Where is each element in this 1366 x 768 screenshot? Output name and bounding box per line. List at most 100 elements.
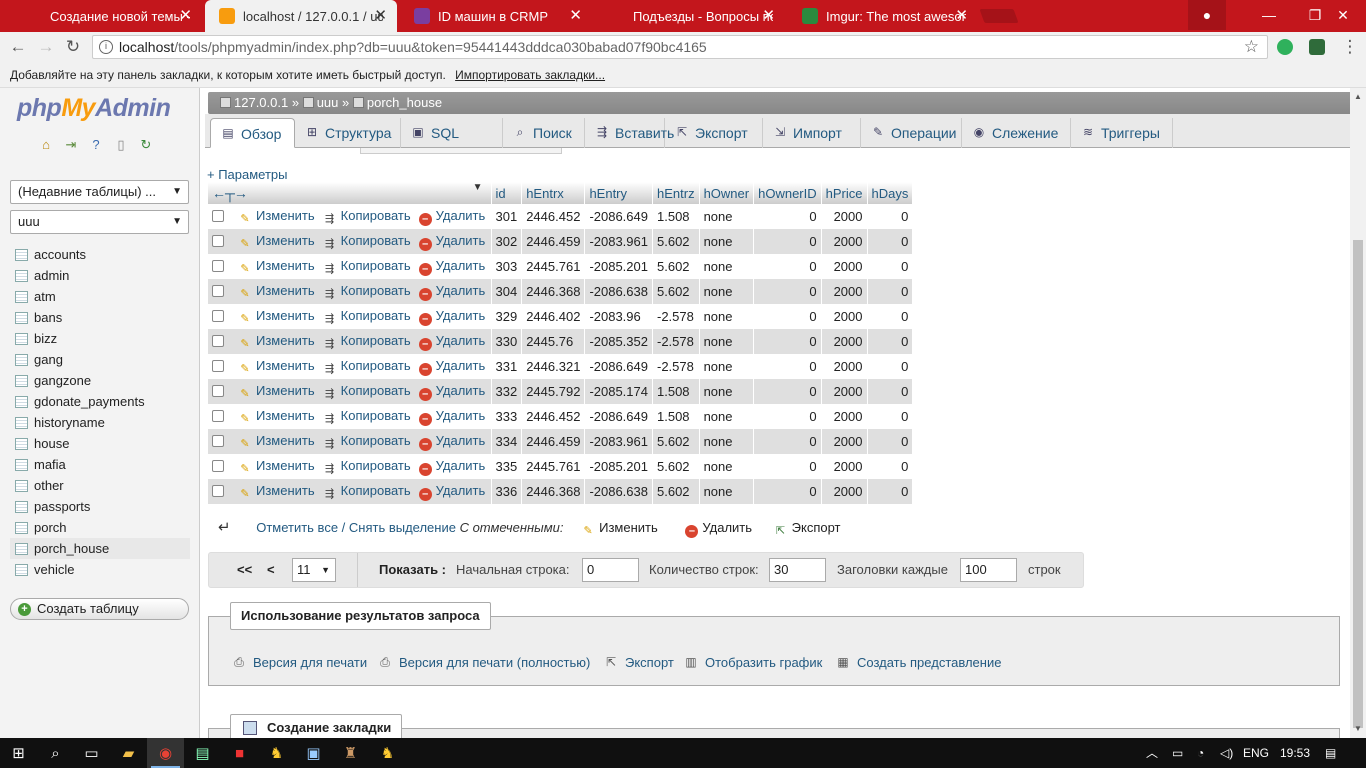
close-tab-icon[interactable]: ✕ — [374, 8, 387, 24]
reload-nav-icon[interactable]: ↻ — [138, 138, 154, 152]
row-checkbox[interactable] — [212, 259, 224, 272]
database-select[interactable]: uuu ▼ — [10, 210, 189, 234]
delete-row-link[interactable]: – Удалить — [418, 258, 485, 276]
copy-row-link[interactable]: ⇶ Копировать — [323, 258, 411, 275]
row-checkbox[interactable] — [212, 359, 224, 372]
copy-row-link[interactable]: ⇶ Копировать — [323, 358, 411, 375]
breadcrumb-table[interactable]: porch_house — [367, 95, 442, 110]
copy-row-link[interactable]: ⇶ Копировать — [323, 483, 411, 500]
delete-row-link[interactable]: – Удалить — [418, 358, 485, 376]
close-window-button[interactable]: ✕ — [1320, 0, 1366, 30]
delete-row-link[interactable]: – Удалить — [418, 408, 485, 426]
close-tab-icon[interactable]: ✕ — [955, 8, 968, 24]
row-checkbox[interactable] — [212, 234, 224, 247]
headers-every-input[interactable]: 100 — [960, 558, 1017, 582]
vertical-scrollbar[interactable]: ▲ ▼ — [1350, 88, 1366, 738]
sidebar-table-other[interactable]: other — [10, 475, 190, 496]
browser-tab[interactable]: localhost / 127.0.0.1 / uu ✕ — [205, 0, 397, 32]
delete-row-link[interactable]: – Удалить — [418, 308, 485, 326]
column-header-hEntry[interactable]: hEntry — [584, 182, 653, 204]
page-select[interactable]: 11 ▼ — [292, 558, 336, 582]
select-all-link[interactable]: Отметить все / Снять выделение — [256, 520, 456, 535]
edit-row-link[interactable]: ✎ Изменить — [238, 408, 314, 425]
edit-row-link[interactable]: ✎ Изменить — [238, 433, 314, 450]
sidebar-table-mafia[interactable]: mafia — [10, 454, 190, 475]
query-link-1[interactable]: ⎙ Версия для печати (полностью) — [377, 653, 590, 673]
help-icon[interactable]: ? — [88, 138, 104, 152]
network-icon[interactable]: ◔ — [1197, 738, 1204, 768]
info-icon[interactable]: i — [99, 40, 113, 54]
tray-chevron-icon[interactable]: ︿ — [1146, 738, 1158, 768]
tab-3[interactable]: ⌕ Поиск — [503, 118, 585, 148]
query-link-4[interactable]: ▦ Создать представление — [835, 653, 1001, 673]
app-icon[interactable]: ▣ — [295, 738, 332, 768]
docs-icon[interactable]: ▯ — [113, 138, 129, 152]
row-checkbox[interactable] — [212, 384, 224, 397]
edit-row-link[interactable]: ✎ Изменить — [238, 483, 314, 500]
close-tab-icon[interactable]: ✕ — [179, 8, 192, 24]
chrome-icon[interactable]: ◉ — [147, 738, 184, 768]
row-checkbox[interactable] — [212, 209, 224, 222]
browser-tab[interactable]: Imgur: The most awesom ✕ — [788, 0, 978, 32]
column-header-hEntrx[interactable]: hEntrx — [521, 182, 586, 204]
edit-row-link[interactable]: ✎ Изменить — [238, 308, 314, 325]
forward-button[interactable]: → — [36, 37, 56, 57]
edit-row-link[interactable]: ✎ Изменить — [238, 283, 314, 300]
sidebar-table-historyname[interactable]: historyname — [10, 412, 190, 433]
options-link[interactable]: + Параметры — [207, 167, 288, 182]
address-bar[interactable]: i localhost/tools/phpmyadmin/index.php?d… — [92, 35, 1268, 59]
copy-row-link[interactable]: ⇶ Копировать — [323, 458, 411, 475]
sidebar-table-bans[interactable]: bans — [10, 307, 190, 328]
delete-row-link[interactable]: – Удалить — [418, 458, 485, 476]
minimize-button[interactable]: — — [1246, 0, 1292, 30]
logout-icon[interactable]: ⇥ — [63, 138, 79, 152]
row-checkbox[interactable] — [212, 484, 224, 497]
sidebar-table-admin[interactable]: admin — [10, 265, 190, 286]
edit-row-link[interactable]: ✎ Изменить — [238, 233, 314, 250]
delete-row-link[interactable]: – Удалить — [418, 283, 485, 301]
delete-row-link[interactable]: – Удалить — [418, 333, 485, 351]
scroll-down-icon[interactable]: ▼ — [1354, 724, 1362, 733]
bulk-edit-button[interactable]: ✎ Изменить — [581, 520, 658, 537]
prev-page-button[interactable]: < — [267, 553, 275, 587]
breadcrumb-db[interactable]: uuu — [317, 95, 339, 110]
scroll-up-icon[interactable]: ▲ — [1354, 92, 1362, 101]
column-header-hDays[interactable]: hDays — [867, 182, 914, 204]
phpmyadmin-logo[interactable]: phpMyAdmin — [17, 94, 171, 123]
home-icon[interactable]: ⌂ — [38, 138, 54, 152]
menu-icon[interactable]: ⋮ — [1340, 37, 1360, 57]
delete-row-link[interactable]: – Удалить — [418, 433, 485, 451]
language-indicator[interactable]: ENG — [1243, 738, 1269, 768]
browser-tab[interactable]: ID машин в CRMP ✕ — [400, 0, 592, 32]
sidebar-table-accounts[interactable]: accounts — [10, 244, 190, 265]
column-header-hEntrz[interactable]: hEntrz — [652, 182, 700, 204]
bulk-delete-button[interactable]: – Удалить — [685, 520, 752, 538]
sidebar-table-porch[interactable]: porch — [10, 517, 190, 538]
profile-icon[interactable]: ● — [1188, 0, 1226, 30]
row-checkbox[interactable] — [212, 409, 224, 422]
column-header-hOwnerID[interactable]: hOwnerID — [753, 182, 822, 204]
tab-5[interactable]: ⇱ Экспорт — [665, 118, 763, 148]
column-header-hOwner[interactable]: hOwner — [699, 182, 755, 204]
bulk-export-button[interactable]: ⇱ Экспорт — [774, 520, 840, 537]
tab-1[interactable]: ⊞ Структура — [295, 118, 401, 148]
create-table-button[interactable]: + Создать таблицу — [10, 598, 189, 620]
first-page-button[interactable]: << — [237, 553, 252, 587]
breadcrumb-server[interactable]: 127.0.0.1 — [234, 95, 288, 110]
reload-button[interactable]: ↻ — [63, 37, 83, 57]
battery-icon[interactable]: ▭ — [1172, 738, 1183, 768]
browser-tab[interactable]: Создание новой темы - ✕ — [12, 0, 202, 32]
row-count-input[interactable]: 30 — [769, 558, 826, 582]
browser-tab[interactable]: Подъезды - Вопросы по ✕ — [595, 0, 785, 32]
search-icon[interactable]: ⌕ — [37, 738, 74, 768]
delete-row-link[interactable]: – Удалить — [418, 233, 485, 251]
start-row-input[interactable]: 0 — [582, 558, 639, 582]
bookmark-legend[interactable]: Создание закладки — [230, 714, 403, 738]
query-link-0[interactable]: ⎙ Версия для печати — [231, 653, 367, 673]
recent-tables-select[interactable]: (Недавние таблицы) ... ▼ — [10, 180, 189, 204]
scrollbar-thumb[interactable] — [1353, 240, 1363, 728]
app-icon[interactable]: ■ — [221, 738, 258, 768]
sidebar-table-gangzone[interactable]: gangzone — [10, 370, 190, 391]
edit-row-link[interactable]: ✎ Изменить — [238, 333, 314, 350]
copy-row-link[interactable]: ⇶ Копировать — [323, 333, 411, 350]
